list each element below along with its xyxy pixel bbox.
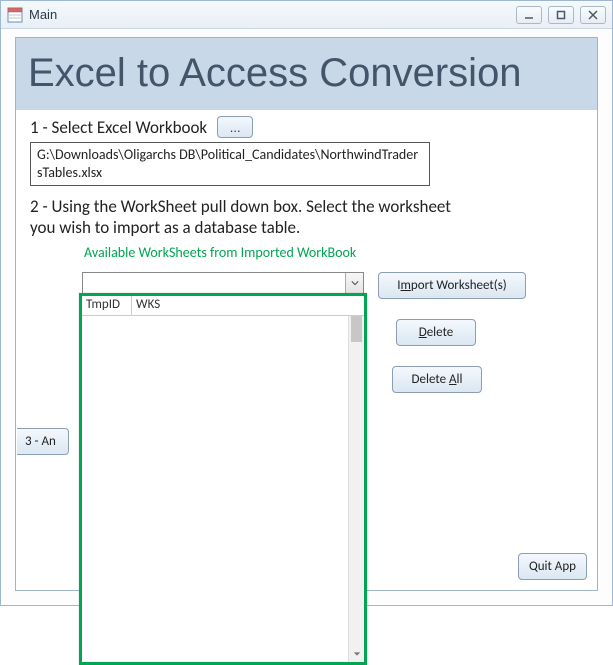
btn-ul: A [449, 372, 457, 387]
window-controls [516, 6, 606, 24]
list-body[interactable] [82, 316, 364, 662]
browse-button[interactable]: ... [217, 116, 253, 138]
form-body: Excel to Access Conversion 1 - Select Ex… [15, 37, 598, 591]
close-button[interactable] [580, 6, 606, 24]
minimize-button[interactable] [516, 6, 542, 24]
side-buttons: Import Worksheet(s) Delete Delete All [378, 272, 526, 393]
delete-button[interactable]: Delete [396, 319, 476, 346]
scrollbar-thumb[interactable] [351, 316, 362, 342]
worksheet-list-popup: TmpID WKS [79, 293, 367, 665]
window-title: Main [29, 7, 57, 22]
step1-label: 1 - Select Excel Workbook [30, 117, 207, 138]
browse-button-label: ... [230, 120, 241, 135]
col-header-wks: WKS [132, 296, 364, 315]
titlebar: Main [1, 1, 612, 29]
page-title: Excel to Access Conversion [28, 51, 522, 96]
available-worksheets-label: Available WorkSheets from Imported WorkB… [84, 244, 583, 261]
list-scrollbar[interactable] [348, 316, 364, 662]
worksheet-combo[interactable] [82, 272, 364, 294]
btn-ul: n [49, 434, 56, 449]
worksheet-combo-wrap [82, 272, 364, 294]
workbook-path-field[interactable]: G:\Downloads\Oligarchs DB\Political_Cand… [30, 142, 430, 186]
main-window: Main Excel to Access Conversion 1 - Sele… [0, 0, 613, 606]
step1-row: 1 - Select Excel Workbook ... [30, 116, 583, 138]
btn-pre: Delete [412, 372, 449, 387]
chevron-down-icon[interactable] [345, 273, 363, 293]
btn-post: port Worksheet(s) [411, 278, 507, 293]
btn-post: elete [427, 325, 454, 340]
content-area: 1 - Select Excel Workbook ... G:\Downloa… [16, 110, 597, 590]
btn-pre: 3 - A [25, 434, 49, 449]
worksheet-combo-value [83, 273, 345, 293]
btn-post: ll [457, 372, 463, 387]
list-headers: TmpID WKS [82, 296, 364, 316]
step2-label: 2 - Using the WorkSheet pull down box. S… [30, 196, 470, 239]
import-worksheets-button[interactable]: Import Worksheet(s) [378, 272, 526, 299]
btn-ul: D [419, 325, 427, 340]
analyze-button[interactable]: 3 - An [17, 428, 69, 455]
btn-ul: m [401, 278, 411, 293]
scroll-down-icon[interactable] [349, 646, 364, 662]
delete-all-button[interactable]: Delete All [392, 366, 482, 393]
btn-post: uit App [538, 559, 576, 574]
col-header-tmpid: TmpID [82, 296, 132, 315]
restore-button[interactable] [548, 6, 574, 24]
form-icon [7, 7, 23, 23]
quit-app-button[interactable]: Quit App [518, 553, 587, 580]
btn-ul: Q [529, 559, 538, 574]
header-band: Excel to Access Conversion [16, 38, 597, 110]
